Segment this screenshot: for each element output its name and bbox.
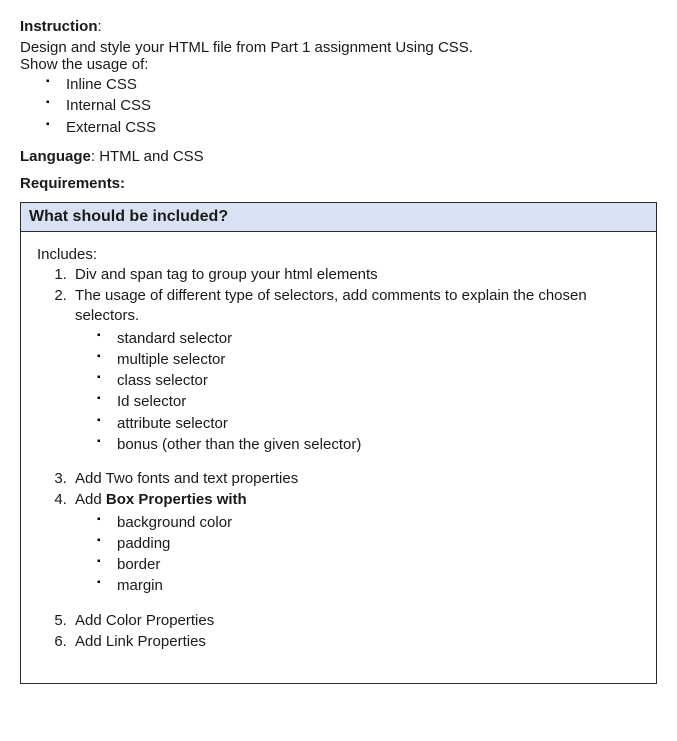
sub-item: padding [97, 534, 646, 554]
requirements-label: Requirements: [20, 175, 125, 192]
sub-item: border [97, 555, 646, 575]
list-item: Add Two fonts and text properties [71, 469, 646, 489]
item-text: Add Two fonts and text properties [75, 470, 298, 487]
sub-item: multiple selector [97, 350, 646, 370]
includes-label: Includes: [37, 246, 646, 263]
instruction-text-2: Show the usage of: [20, 56, 657, 73]
box-body: Includes: Div and span tag to group your… [21, 232, 656, 683]
sub-item: bonus (other than the given selector) [97, 435, 646, 455]
instruction-item: Inline CSS [46, 75, 657, 95]
item-text: Div and span tag to group your html elem… [75, 266, 378, 283]
sub-item: margin [97, 576, 646, 596]
item-text: The usage of different type of selectors… [75, 287, 587, 324]
instruction-item: External CSS [46, 118, 657, 138]
language-section: Language: HTML and CSS [20, 148, 657, 165]
sub-item: class selector [97, 371, 646, 391]
language-value: HTML and CSS [99, 148, 203, 165]
list-item: Add Color Properties [71, 611, 646, 631]
language-label: Language [20, 148, 91, 165]
instruction-section: Instruction: Design and style your HTML … [20, 18, 657, 138]
box-header: What should be included? [21, 203, 656, 232]
instruction-text-1: Design and style your HTML file from Par… [20, 39, 657, 56]
sub-item: standard selector [97, 329, 646, 349]
item-text: Add Color Properties [75, 612, 214, 629]
sub-item: Id selector [97, 392, 646, 412]
instruction-label-line: Instruction: [20, 18, 657, 35]
list-item: The usage of different type of selectors… [71, 286, 646, 455]
sub-list: standard selector multiple selector clas… [75, 329, 646, 456]
sub-list: background color padding border margin [75, 513, 646, 597]
list-item: Add Box Properties with background color… [71, 490, 646, 596]
list-item: Div and span tag to group your html elem… [71, 265, 646, 285]
item-text-pre: Add [75, 491, 106, 508]
instruction-item: Internal CSS [46, 96, 657, 116]
list-item: Add Link Properties [71, 632, 646, 652]
requirements-section: Requirements: [20, 175, 657, 192]
item-text: Add Link Properties [75, 633, 206, 650]
item-text-bold: Box Properties with [106, 491, 247, 508]
requirements-box: What should be included? Includes: Div a… [20, 202, 657, 684]
instruction-label: Instruction [20, 18, 98, 35]
instruction-list: Inline CSS Internal CSS External CSS [20, 75, 657, 138]
sub-item: attribute selector [97, 414, 646, 434]
numbered-list: Div and span tag to group your html elem… [31, 265, 646, 652]
sub-item: background color [97, 513, 646, 533]
